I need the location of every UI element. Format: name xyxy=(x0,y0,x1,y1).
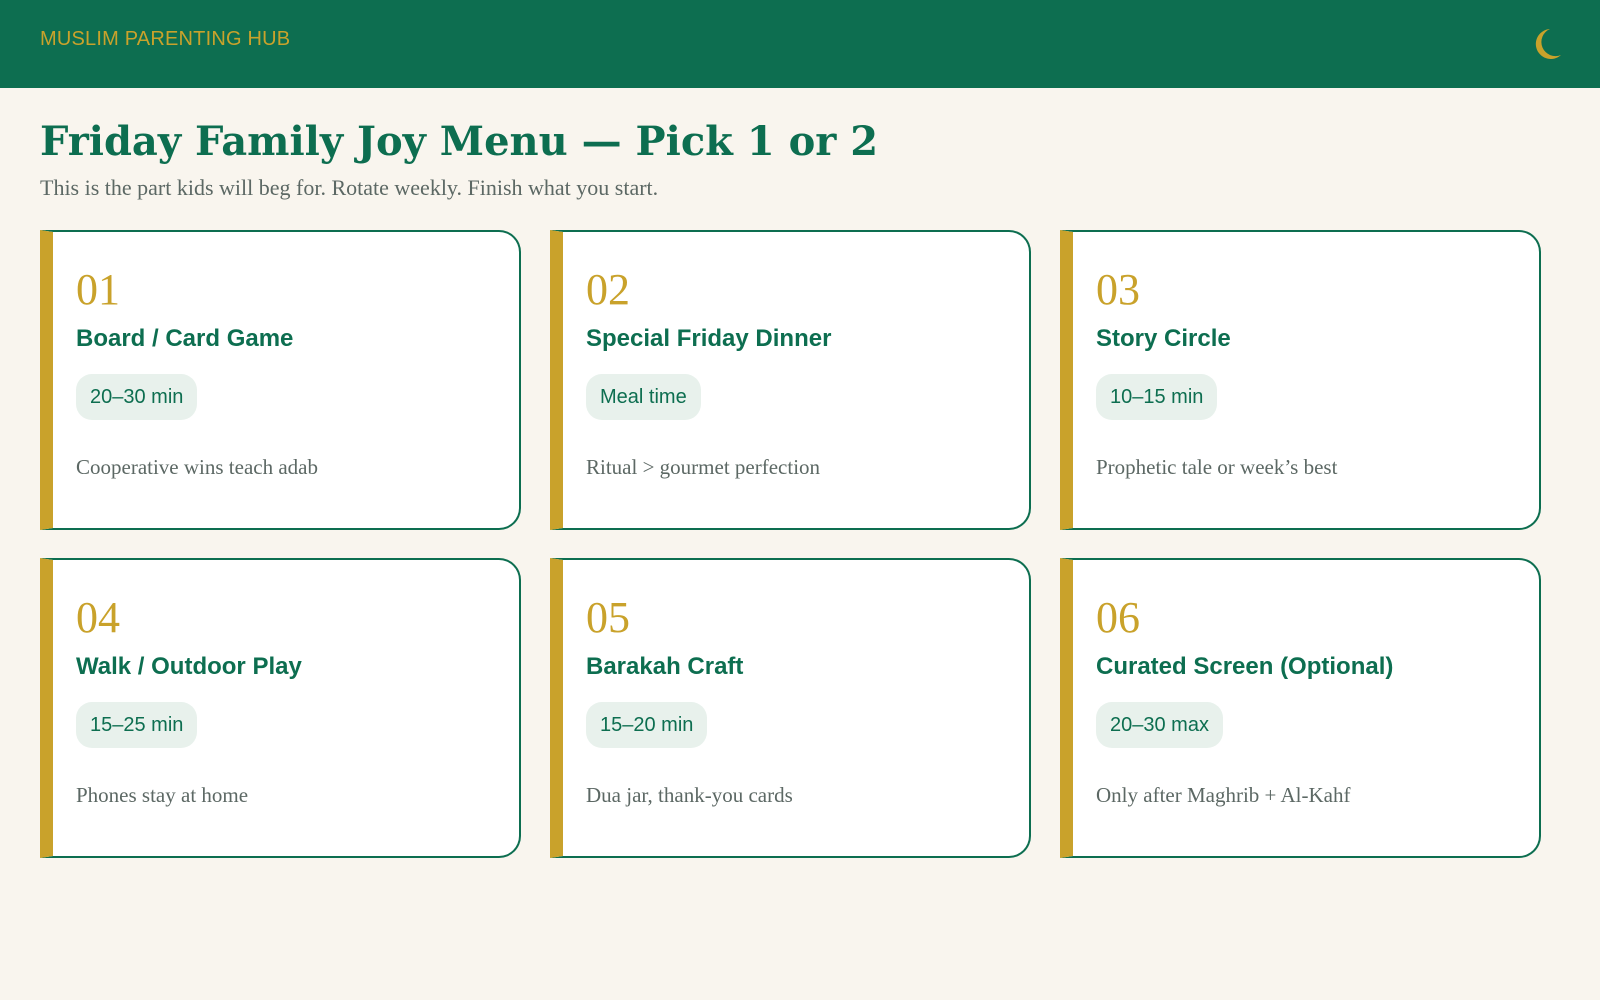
activity-card-outdoor-play[interactable]: 04 Walk / Outdoor Play 15–25 min Phones … xyxy=(40,558,521,858)
card-number: 05 xyxy=(586,593,630,642)
card-title: Special Friday Dinner xyxy=(586,325,832,352)
card-number: 04 xyxy=(76,593,120,642)
card-description: Prophetic tale or week’s best xyxy=(1096,455,1338,479)
card-description: Cooperative wins teach adab xyxy=(76,455,318,479)
card-title: Board / Card Game xyxy=(76,325,294,352)
card-description: Ritual > gourmet perfection xyxy=(586,455,821,479)
card-number: 01 xyxy=(76,265,120,314)
duration-badge: 10–15 min xyxy=(1096,374,1218,420)
card-title: Walk / Outdoor Play xyxy=(76,653,302,680)
crescent-moon-icon[interactable] xyxy=(1530,27,1562,61)
card-title: Story Circle xyxy=(1096,325,1231,352)
card-title: Barakah Craft xyxy=(586,653,744,680)
page-subtitle: This is the part kids will beg for. Rota… xyxy=(40,175,659,200)
top-bar: MUSLIM PARENTING HUB xyxy=(0,0,1600,88)
activity-card-curated-screen[interactable]: 06 Curated Screen (Optional) 20–30 max O… xyxy=(1060,558,1541,858)
activity-card-barakah-craft[interactable]: 05 Barakah Craft 15–20 min Dua jar, than… xyxy=(550,558,1031,858)
duration-badge: 20–30 max xyxy=(1096,702,1223,748)
card-title: Curated Screen (Optional) xyxy=(1096,653,1394,680)
card-number: 02 xyxy=(586,265,630,314)
page-title: Friday Family Joy Menu — Pick 1 or 2 xyxy=(40,118,879,165)
duration-badge: 15–25 min xyxy=(76,702,198,748)
card-number: 06 xyxy=(1096,593,1140,642)
card-description: Dua jar, thank-you cards xyxy=(586,783,793,807)
card-description: Only after Maghrib + Al-Kahf xyxy=(1096,783,1351,807)
activity-grid: 01 Board / Card Game 20–30 min Cooperati… xyxy=(40,230,1542,858)
activity-card-story-circle[interactable]: 03 Story Circle 10–15 min Prophetic tale… xyxy=(1060,230,1541,530)
brand-name[interactable]: MUSLIM PARENTING HUB xyxy=(40,28,290,51)
card-number: 03 xyxy=(1096,265,1140,314)
activity-card-board-game[interactable]: 01 Board / Card Game 20–30 min Cooperati… xyxy=(40,230,521,530)
duration-badge: Meal time xyxy=(586,374,701,420)
duration-badge: 20–30 min xyxy=(76,374,198,420)
card-description: Phones stay at home xyxy=(76,783,249,807)
duration-badge: 15–20 min xyxy=(586,702,708,748)
activity-card-friday-dinner[interactable]: 02 Special Friday Dinner Meal time Ritua… xyxy=(550,230,1031,530)
